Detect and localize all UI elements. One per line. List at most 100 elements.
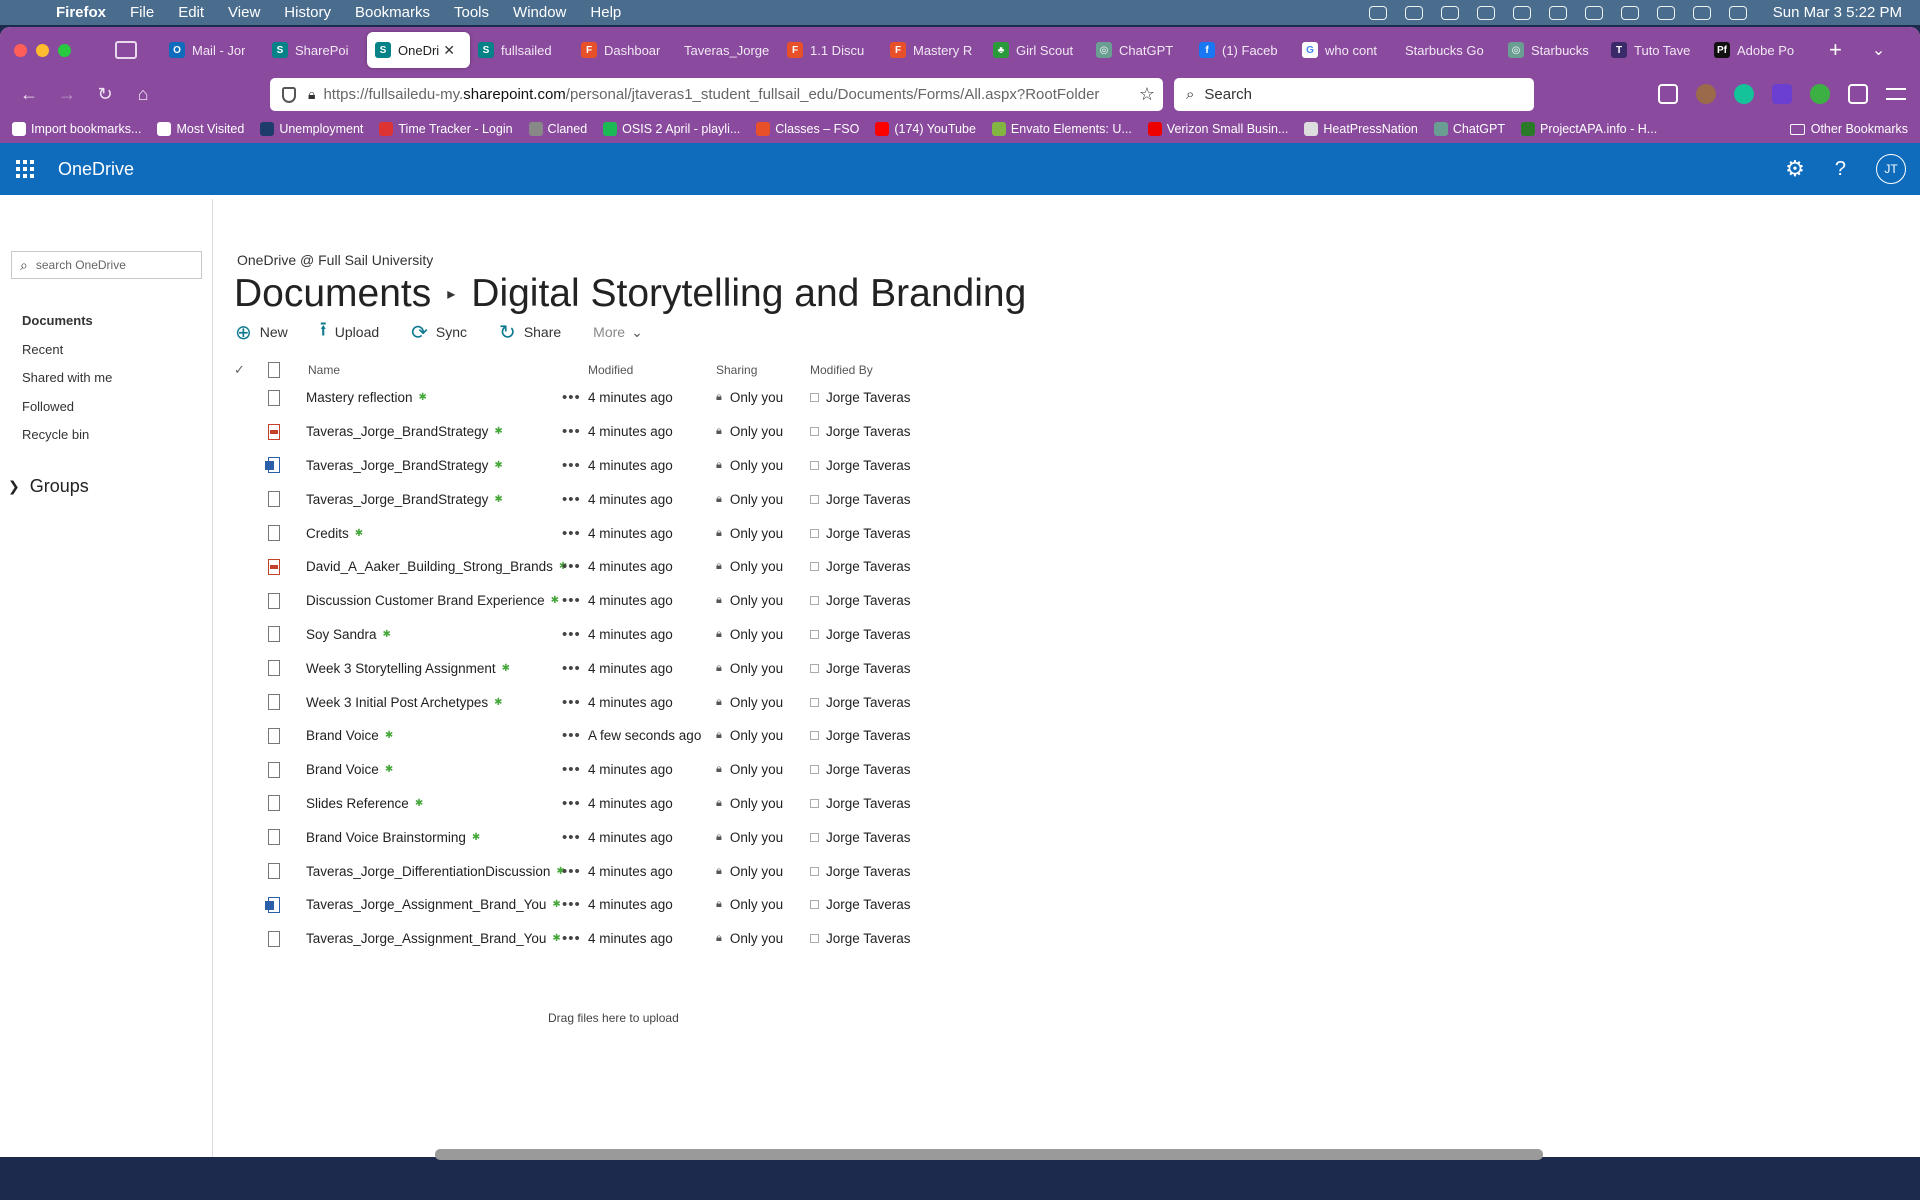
more-actions-icon[interactable]: ••• [562, 423, 586, 440]
extension-icon[interactable] [1810, 84, 1830, 104]
file-name-link[interactable]: Mastery reflection [306, 390, 413, 405]
file-name-link[interactable]: Brand Voice [306, 728, 379, 743]
file-name-link[interactable]: Week 3 Initial Post Archetypes [306, 695, 488, 710]
table-row[interactable]: Credits ✱ ••• 4 minutes ago 🔒︎ Only you Jorge … [234, 516, 1034, 550]
modified-by-label[interactable]: Jorge Taveras [826, 661, 911, 676]
status-app-icon[interactable] [1440, 5, 1459, 20]
zoom-window-button[interactable] [58, 43, 71, 57]
bookmark-item[interactable]: OSIS 2 April - playli... [603, 122, 740, 136]
more-actions-icon[interactable]: ••• [562, 727, 586, 744]
modified-by-label[interactable]: Jorge Taveras [826, 424, 911, 439]
browser-tab[interactable]: T Tuto Tave [1603, 32, 1706, 68]
status-app-icon[interactable] [1512, 5, 1531, 20]
browser-tab[interactable]: f (1) Faceb [1191, 32, 1294, 68]
table-row[interactable]: Taveras_Jorge_BrandStrategy ✱ ••• 4 minutes… [234, 415, 1034, 449]
browser-tab[interactable]: ♣ Girl Scout [985, 32, 1088, 68]
avatar[interactable]: JT [1876, 154, 1906, 184]
lock-icon[interactable]: 🔒︎ [308, 86, 315, 103]
forward-button[interactable]: → [48, 84, 86, 105]
modified-by-label[interactable]: Jorge Taveras [826, 593, 911, 608]
menu-history[interactable]: History [284, 4, 331, 21]
more-actions-icon[interactable]: ••• [562, 626, 586, 643]
sharing-cell[interactable]: 🔒︎ Only you [716, 492, 810, 507]
more-actions-icon[interactable]: ••• [562, 930, 586, 947]
sharing-cell[interactable]: 🔒︎ Only you [716, 424, 810, 439]
status-app-icon[interactable] [1404, 5, 1423, 20]
browser-tab[interactable]: S OneDri ✕ [367, 32, 470, 68]
table-row[interactable]: Week 3 Storytelling Assignment ✱ ••• 4 minu… [234, 651, 1034, 685]
help-icon[interactable]: ? [1835, 158, 1846, 181]
tab-manager-icon[interactable] [115, 41, 137, 59]
sharing-cell[interactable]: 🔒︎ Only you [716, 864, 810, 879]
sharing-cell[interactable]: 🔒︎ Only you [716, 559, 810, 574]
address-bar[interactable]: 🔒︎ https://fullsailedu-my.sharepoint.com… [270, 78, 1163, 111]
bookmark-item[interactable]: Envato Elements: U... [991, 122, 1132, 136]
browser-tab[interactable]: ◎ Starbucks [1500, 32, 1603, 68]
battery-icon[interactable] [1620, 5, 1639, 20]
bookmark-item[interactable]: HeatPressNation [1304, 122, 1418, 136]
file-name-link[interactable]: Taveras_Jorge_Assignment_Brand_You [306, 931, 546, 946]
more-actions-icon[interactable]: ••• [562, 491, 586, 508]
share-button[interactable]: ↻ Share [499, 320, 561, 345]
tracking-protection-icon[interactable] [282, 86, 296, 103]
table-row[interactable]: Brand Voice ✱ ••• 4 minutes ago 🔒︎ Only you Jo… [234, 753, 1034, 787]
close-tab-icon[interactable]: ✕ [443, 42, 455, 59]
modified-by-label[interactable]: Jorge Taveras [826, 390, 911, 405]
search-input[interactable]: ⌕ search OneDrive [11, 251, 202, 279]
user-icon[interactable] [1584, 5, 1603, 20]
more-actions-icon[interactable]: ••• [562, 795, 586, 812]
more-actions-icon[interactable]: ••• [562, 660, 586, 677]
table-row[interactable]: David_A_Aaker_Building_Strong_Brands ✱ •••… [234, 550, 1034, 584]
more-actions-icon[interactable]: ••• [562, 761, 586, 778]
file-name-link[interactable]: Taveras_Jorge_BrandStrategy [306, 492, 488, 507]
modified-by-label[interactable]: Jorge Taveras [826, 762, 911, 777]
upload-button[interactable]: ⭱ Upload [320, 315, 379, 349]
menu-help[interactable]: Help [590, 4, 621, 21]
bookmark-item[interactable]: Claned [528, 122, 587, 136]
sharing-cell[interactable]: 🔒︎ Only you [716, 728, 810, 743]
browser-tab[interactable]: ◎ ChatGPT [1088, 32, 1191, 68]
home-button[interactable]: ⌂ [124, 84, 162, 105]
modified-by-label[interactable]: Jorge Taveras [826, 796, 911, 811]
more-actions-icon[interactable]: ••• [562, 389, 586, 406]
new-button[interactable]: ⊕ New [235, 320, 288, 345]
modified-by-label[interactable]: Jorge Taveras [826, 897, 911, 912]
more-button[interactable]: More ⌄ [593, 324, 643, 341]
file-name-link[interactable]: Brand Voice [306, 762, 379, 777]
extension-badge-icon[interactable] [1772, 84, 1792, 104]
more-actions-icon[interactable]: ••• [562, 525, 586, 542]
browser-tab[interactable]: Pf Adobe Po [1706, 32, 1809, 68]
file-name-link[interactable]: Soy Sandra [306, 627, 377, 642]
bookmark-item[interactable]: Verizon Small Busin... [1147, 122, 1288, 136]
select-all-checkbox[interactable]: ✓ [234, 362, 256, 378]
bookmark-item[interactable]: Time Tracker - Login [379, 122, 513, 136]
back-button[interactable]: ← [10, 84, 48, 105]
browser-tab[interactable]: O Mail - Jor [161, 32, 264, 68]
modified-by-label[interactable]: Jorge Taveras [826, 864, 911, 879]
table-row[interactable]: Slides Reference ✱ ••• 4 minutes ago 🔒︎ Only … [234, 787, 1034, 821]
table-row[interactable]: Discussion Customer Brand Experience ✱ •••… [234, 584, 1034, 618]
modified-by-label[interactable]: Jorge Taveras [826, 830, 911, 845]
file-name-link[interactable]: Taveras_Jorge_BrandStrategy [306, 424, 488, 439]
app-menu-icon[interactable] [1886, 88, 1906, 100]
menu-firefox[interactable]: Firefox [56, 4, 106, 21]
more-actions-icon[interactable]: ••• [562, 863, 586, 880]
file-name-link[interactable]: Discussion Customer Brand Experience [306, 593, 545, 608]
modified-by-label[interactable]: Jorge Taveras [826, 526, 911, 541]
modified-by-label[interactable]: Jorge Taveras [826, 931, 911, 946]
menu-file[interactable]: File [130, 4, 154, 21]
table-row[interactable]: Soy Sandra ✱ ••• 4 minutes ago 🔒︎ Only you Jor… [234, 618, 1034, 652]
bookmark-item[interactable]: ProjectAPA.info - H... [1521, 122, 1657, 136]
file-name-link[interactable]: Slides Reference [306, 796, 409, 811]
column-sharing[interactable]: Sharing [716, 363, 810, 377]
search-bar[interactable]: ⌕ Search [1174, 78, 1534, 111]
browser-tab[interactable]: S SharePoi [264, 32, 367, 68]
extension-avatar-icon[interactable] [1696, 84, 1716, 104]
status-app-icon[interactable] [1476, 5, 1495, 20]
table-row[interactable]: Taveras_Jorge_BrandStrategy ✱ ••• 4 minutes… [234, 482, 1034, 516]
sharing-cell[interactable]: 🔒︎ Only you [716, 661, 810, 676]
bookmark-item[interactable]: Unemployment [260, 122, 363, 136]
bookmark-item[interactable]: ChatGPT [1433, 122, 1505, 136]
column-modified[interactable]: Modified [562, 363, 716, 377]
reload-button[interactable]: ↻ [86, 84, 124, 105]
